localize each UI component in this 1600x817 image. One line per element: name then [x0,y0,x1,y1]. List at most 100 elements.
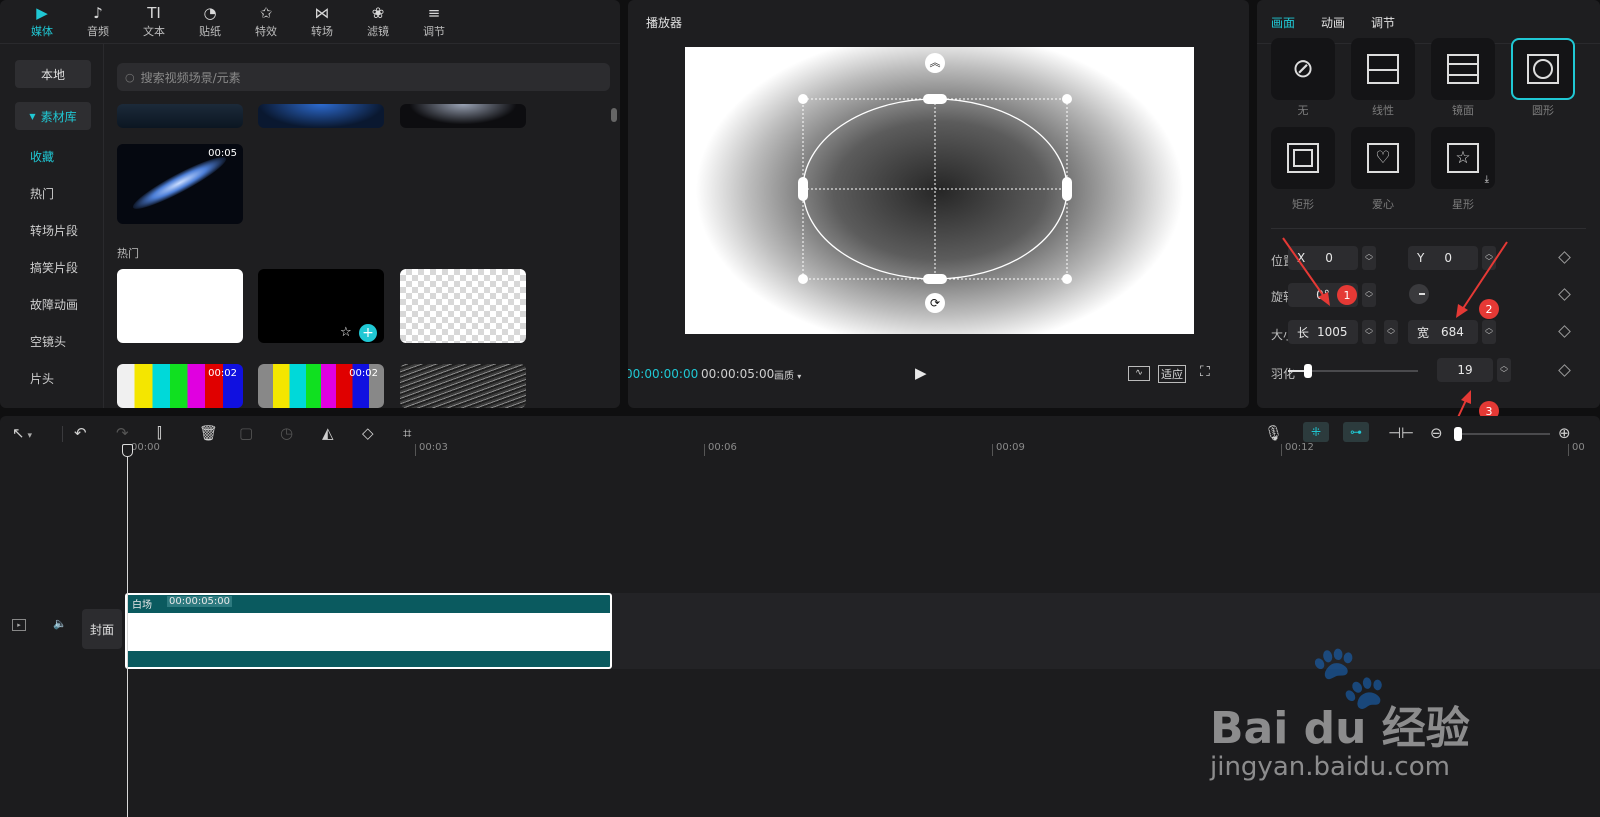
ruler-tick [415,444,416,456]
favorite-clip-thumbnail[interactable]: 00:05 [117,144,243,224]
tab-text[interactable]: TI 文本 [126,0,182,44]
ruler-label: 00:03 [419,442,448,453]
sidebar-item-favorites[interactable]: 收藏 [30,148,54,165]
add-icon[interactable]: + [359,324,377,342]
crop-icon[interactable]: ⌗ [403,424,411,442]
keyframe-feather-icon[interactable] [1558,364,1571,377]
sidebar-item-hot[interactable]: 热门 [30,185,54,202]
tab-text-label: 文本 [143,25,165,38]
rotate-handle-icon[interactable]: ⟳ [925,293,945,313]
waveform-icon[interactable]: ∿ [1128,366,1150,381]
white-clip-thumbnail[interactable] [117,269,243,343]
tab-effects[interactable]: ✩ 特效 [238,0,294,44]
delete-icon[interactable]: 🗑 [199,424,218,442]
link-ratio-icon[interactable]: ︿ ﹀ [1384,320,1398,344]
mask-star[interactable]: ☆ ⤓ [1431,127,1495,189]
rotation-stepper[interactable]: ︿ ﹀ [1362,283,1376,307]
tab-effects-label: 特效 [255,25,277,38]
play-icon[interactable]: ▶ [915,364,927,382]
sticker-icon: ◔ [203,4,217,22]
position-x-field[interactable]: X0 [1288,246,1358,270]
length-stepper[interactable]: ︿ ﹀ [1362,320,1376,344]
sidebar-item-intro[interactable]: 片头 [30,370,54,387]
rotate-icon[interactable]: ◇ [362,424,374,442]
ruler-label: 00:12 [1285,442,1314,453]
clip-duration: 00:02 [208,368,237,379]
player-title: 播放器 [646,16,683,30]
test-card-thumbnail[interactable]: 00:02 [258,364,384,408]
preview-axis-icon[interactable]: ⊣⊢ [1388,424,1414,442]
sidebar-item-empty-shots[interactable]: 空镜头 [30,333,66,350]
sidebar-item-funny-clips[interactable]: 搞笑片段 [30,259,78,276]
zoom-out-icon[interactable]: ⊖ [1430,424,1443,442]
library-button[interactable]: ▼ 素材库 [15,102,91,130]
transparent-clip-thumbnail[interactable] [400,269,526,343]
y-stepper[interactable]: ︿ ﹀ [1482,246,1496,270]
media-thumbnail[interactable] [117,104,243,128]
playhead-handle[interactable] [122,444,133,457]
tab-sticker[interactable]: ◔ 贴纸 [182,0,238,44]
mask-overlay[interactable] [685,47,1194,334]
mirror-icon[interactable]: ◭ [322,424,334,442]
keyframe-position-icon[interactable] [1558,251,1571,264]
width-stepper[interactable]: ︿ ﹀ [1482,320,1496,344]
x-value: 0 [1325,251,1333,265]
mask-mirror[interactable] [1431,38,1495,100]
zoom-slider[interactable] [1454,427,1550,441]
preview-canvas[interactable]: ︽ ⟳ [685,47,1194,334]
feather-slider[interactable] [1288,364,1418,378]
media-scrollbar[interactable] [611,108,617,122]
width-value: 684 [1441,325,1464,339]
black-clip-thumbnail[interactable]: ☆ + [258,269,384,343]
position-y-field[interactable]: Y0 [1408,246,1478,270]
media-thumbnail[interactable] [258,104,384,128]
mask-circle-label: 圆形 [1532,104,1554,117]
split-icon[interactable]: ⫿ [157,424,162,442]
width-field[interactable]: 宽 684 [1408,320,1478,344]
tab-media[interactable]: ▶ 媒体 [14,0,70,44]
y-value: 0 [1444,251,1452,265]
ruler-label: 00:09 [996,442,1025,453]
noise-clip-thumbnail[interactable] [400,364,526,408]
search-input[interactable]: ○ 搜索视频场景/元素 [117,63,610,91]
tab-transition[interactable]: ⋈ 转场 [294,0,350,44]
star-icon[interactable]: ☆ [340,325,352,340]
color-bars-thumbnail[interactable]: 00:02 [117,364,243,408]
local-button[interactable]: 本地 [15,60,91,88]
fit-button[interactable]: 适应 [1158,365,1186,383]
mask-heart[interactable]: ♡ [1351,127,1415,189]
tab-filter[interactable]: ❀ 滤镜 [350,0,406,44]
feather-field[interactable]: 19 [1437,358,1493,382]
zoom-in-icon[interactable]: ⊕ [1558,424,1571,442]
media-thumbnail[interactable] [400,104,526,128]
keyframe-rotation-icon[interactable] [1558,288,1571,301]
undo-icon[interactable]: ↶ [74,424,87,442]
track-mute-icon[interactable]: 🔈 [53,617,67,630]
zoom-slider-knob[interactable] [1454,427,1462,441]
timeline-clip[interactable]: 白场 00:00:05:00 [125,593,612,669]
cover-button[interactable]: 封面 [82,609,122,649]
length-field[interactable]: 长 1005 [1288,320,1358,344]
keyframe-size-icon[interactable] [1558,325,1571,338]
feather-slider-knob[interactable] [1303,364,1312,378]
rotation-dial[interactable] [1409,284,1429,304]
quality-dropdown[interactable]: 画质 ▾ [774,367,801,382]
feather-stepper[interactable]: ︿ ﹀ [1497,358,1511,382]
playhead[interactable] [127,452,128,817]
mask-circle[interactable] [1511,38,1575,100]
tab-adjust[interactable]: ≡ 调节 [406,0,462,44]
microphone-icon[interactable]: 🎙 [1264,424,1283,442]
x-stepper[interactable]: ︿ ﹀ [1362,246,1376,270]
mask-rectangle[interactable] [1271,127,1335,189]
link-icon[interactable]: ⊶ [1343,422,1369,442]
mask-linear[interactable] [1351,38,1415,100]
feather-handle-icon[interactable]: ︽ [925,53,945,73]
select-tool-icon[interactable]: ↖ ▾ [12,424,32,442]
track-visibility-icon[interactable]: ▸ [12,619,26,631]
sidebar-item-glitch[interactable]: 故障动画 [30,296,78,313]
sidebar-item-transition-clips[interactable]: 转场片段 [30,222,78,239]
tab-audio[interactable]: ♪ 音频 [70,0,126,44]
fullscreen-icon[interactable]: ⛶ [1200,364,1210,380]
auto-snap-icon[interactable]: ⁜ [1303,422,1329,442]
mask-none[interactable]: ⊘ [1271,38,1335,100]
